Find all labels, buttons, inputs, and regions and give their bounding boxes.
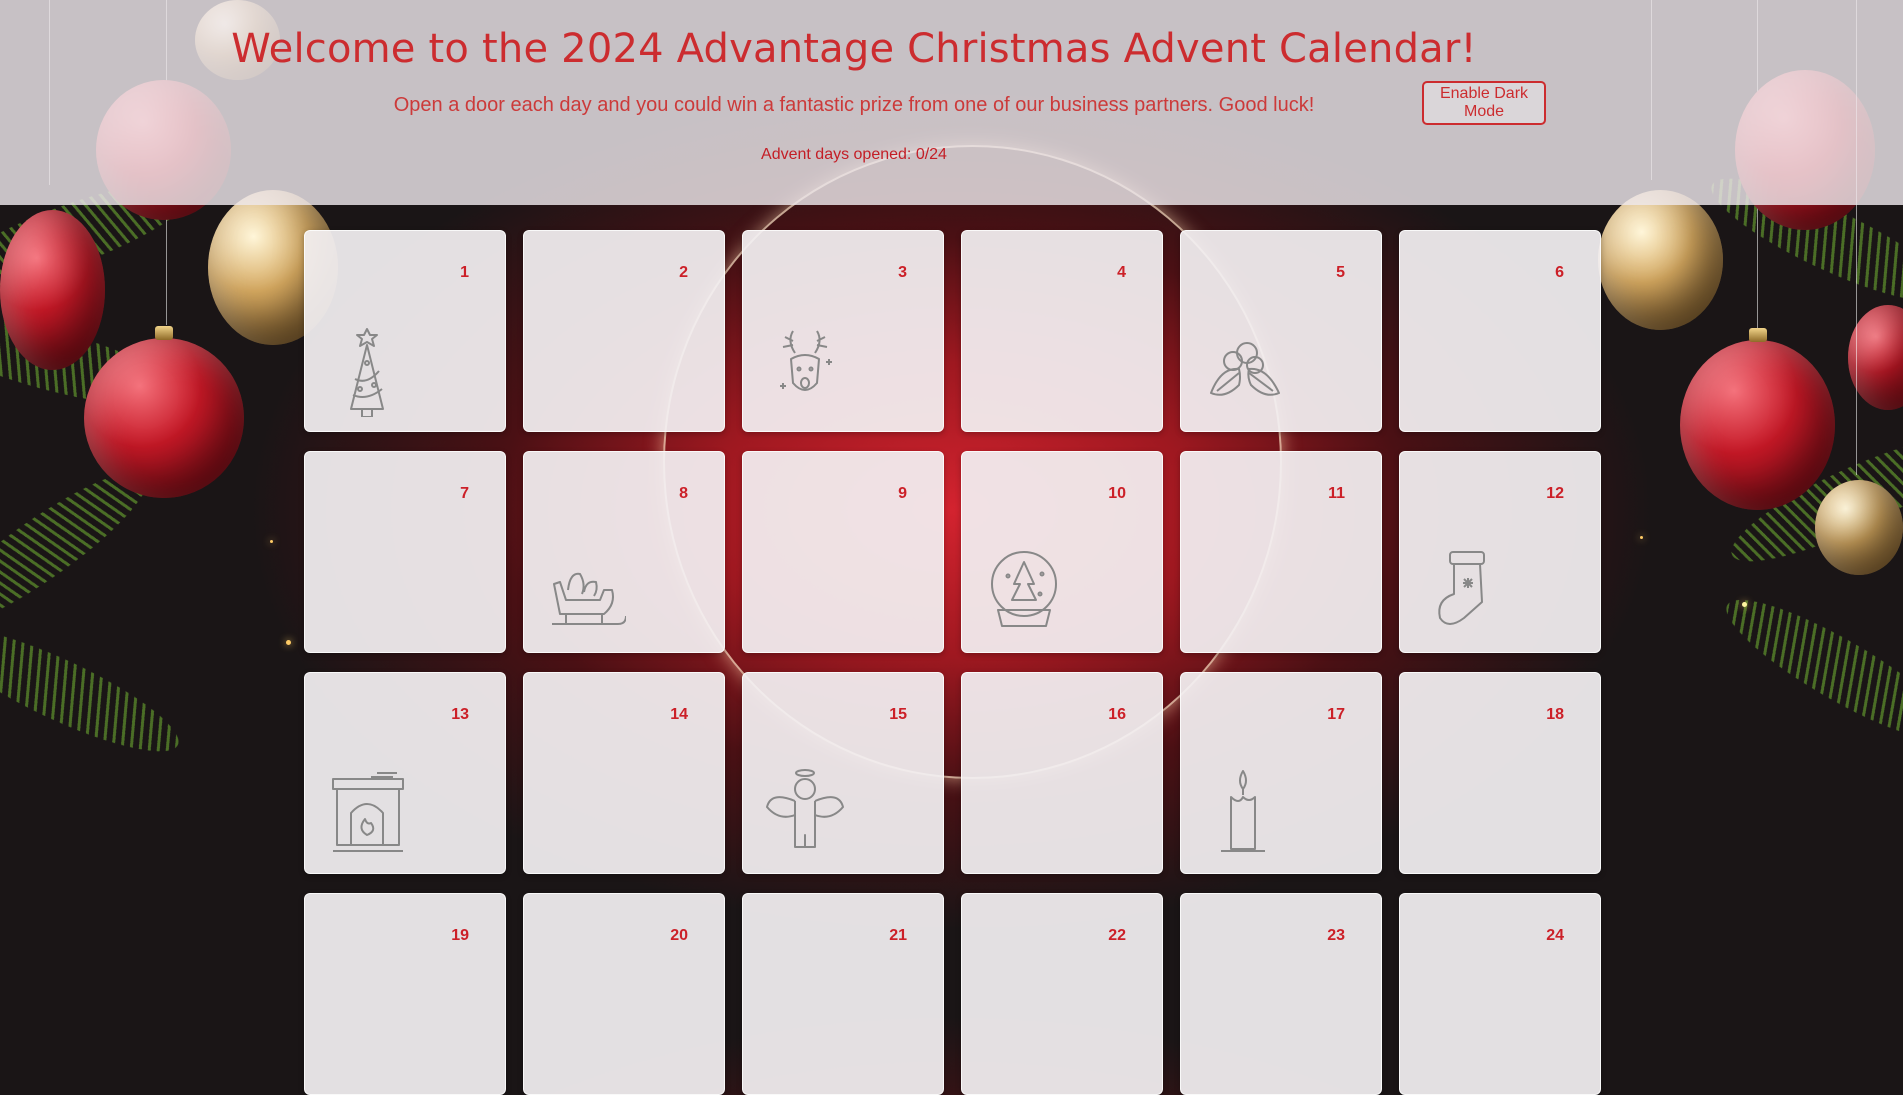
- door-number: 8: [679, 485, 688, 502]
- advent-door-9[interactable]: 9: [742, 451, 944, 653]
- door-number: 16: [1108, 706, 1126, 723]
- page-header: Welcome to the 2024 Advantage Christmas …: [0, 0, 1903, 205]
- door-number: 10: [1108, 485, 1126, 502]
- door-number: 18: [1546, 706, 1564, 723]
- advent-door-12[interactable]: 12: [1399, 451, 1601, 653]
- snow-globe-icon: [984, 544, 1064, 638]
- door-number: 4: [1117, 264, 1126, 281]
- door-number: 11: [1328, 485, 1345, 502]
- sparkle-decoration: [270, 540, 273, 543]
- fir-branch-decoration: [0, 297, 184, 423]
- sleigh-icon: [546, 544, 627, 638]
- door-number: 19: [451, 927, 469, 944]
- gold-ornament: [1815, 480, 1903, 575]
- door-number: 15: [889, 706, 907, 723]
- advent-door-22[interactable]: 22: [961, 893, 1163, 1095]
- advent-progress-text: Advent days opened: 0/24: [761, 146, 947, 163]
- advent-door-17[interactable]: 17: [1180, 672, 1382, 874]
- door-number: 9: [898, 485, 907, 502]
- red-ornament: [1848, 305, 1903, 410]
- page-title: Welcome to the 2024 Advantage Christmas …: [231, 26, 1477, 72]
- door-number: 1: [460, 264, 469, 281]
- fireplace-icon: [327, 765, 407, 859]
- advent-door-24[interactable]: 24: [1399, 893, 1601, 1095]
- sparkle-decoration: [1742, 602, 1747, 607]
- door-number: 24: [1546, 927, 1564, 944]
- door-number: 21: [889, 927, 907, 944]
- door-number: 3: [898, 264, 907, 281]
- fir-branch-decoration: [0, 450, 164, 650]
- advent-door-16[interactable]: 16: [961, 672, 1163, 874]
- christmas-tree-icon: [327, 323, 407, 418]
- reindeer-icon: [765, 323, 845, 417]
- stocking-icon: [1422, 544, 1502, 638]
- advent-door-13[interactable]: 13: [304, 672, 506, 874]
- red-ornament: [84, 326, 244, 498]
- fir-branch-decoration: [1719, 417, 1903, 583]
- holly-icon: [1203, 323, 1283, 417]
- door-number: 22: [1108, 927, 1126, 944]
- door-number: 13: [451, 706, 469, 723]
- advent-calendar-grid: 1 2 3 4 5 6 7 8 9 10 11 12 13 14 15 16 17 18 19 20 21 22 23 24: [304, 230, 1601, 1095]
- advent-door-23[interactable]: 23: [1180, 893, 1382, 1095]
- advent-door-21[interactable]: 21: [742, 893, 944, 1095]
- door-number: 6: [1555, 264, 1564, 281]
- door-number: 17: [1327, 706, 1345, 723]
- red-ornament: [0, 210, 105, 370]
- door-number: 23: [1327, 927, 1345, 944]
- advent-door-5[interactable]: 5: [1180, 230, 1382, 432]
- door-number: 7: [460, 485, 469, 502]
- advent-door-19[interactable]: 19: [304, 893, 506, 1095]
- fir-branch-decoration: [0, 607, 191, 773]
- door-number: 14: [670, 706, 688, 723]
- door-number: 12: [1546, 485, 1564, 502]
- advent-door-10[interactable]: 10: [961, 451, 1163, 653]
- angel-icon: [765, 765, 845, 859]
- gold-ornament: [1598, 190, 1723, 330]
- sparkle-decoration: [286, 640, 291, 645]
- advent-door-14[interactable]: 14: [523, 672, 725, 874]
- fir-branch-decoration: [1712, 579, 1903, 761]
- advent-door-7[interactable]: 7: [304, 451, 506, 653]
- door-number: 20: [670, 927, 688, 944]
- advent-door-1[interactable]: 1: [304, 230, 506, 432]
- sparkle-decoration: [1640, 536, 1643, 539]
- door-number: 5: [1336, 264, 1345, 281]
- advent-door-18[interactable]: 18: [1399, 672, 1601, 874]
- candle-icon: [1203, 765, 1283, 859]
- red-ornament: [1680, 328, 1835, 510]
- advent-door-6[interactable]: 6: [1399, 230, 1601, 432]
- advent-door-8[interactable]: 8: [523, 451, 725, 653]
- advent-door-15[interactable]: 15: [742, 672, 944, 874]
- advent-door-11[interactable]: 11: [1180, 451, 1382, 653]
- enable-dark-mode-button[interactable]: Enable Dark Mode: [1422, 81, 1546, 125]
- advent-door-2[interactable]: 2: [523, 230, 725, 432]
- advent-door-4[interactable]: 4: [961, 230, 1163, 432]
- advent-door-20[interactable]: 20: [523, 893, 725, 1095]
- advent-door-3[interactable]: 3: [742, 230, 944, 432]
- door-number: 2: [679, 264, 688, 281]
